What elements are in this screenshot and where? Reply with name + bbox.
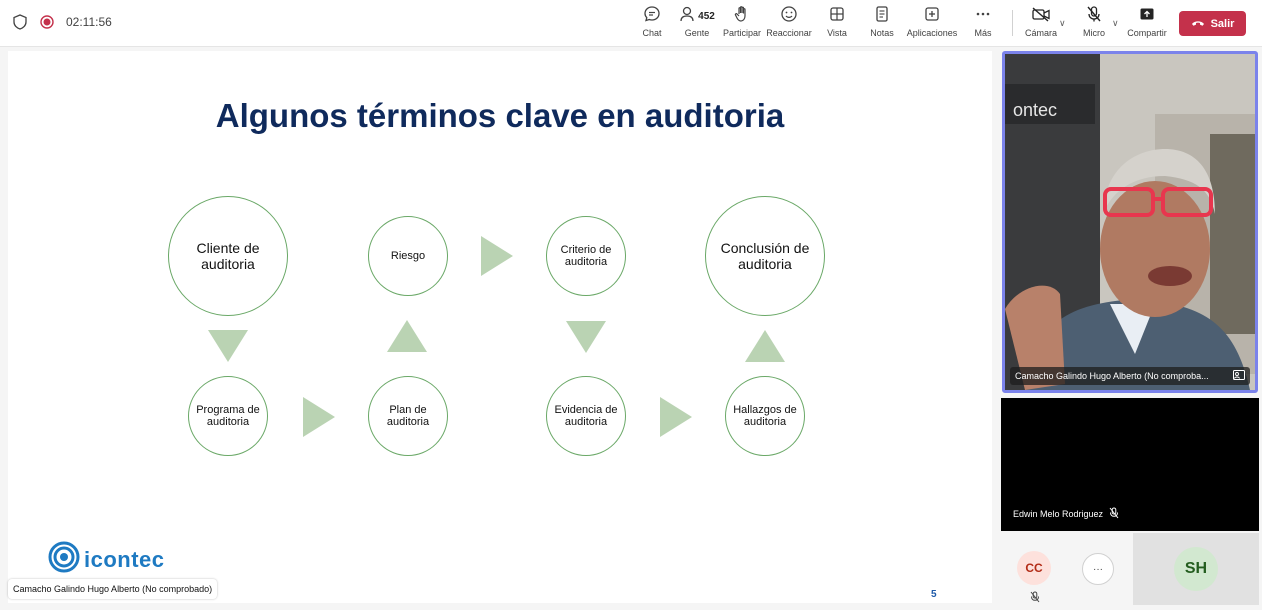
mic-off-icon: [1109, 507, 1119, 521]
apps-button[interactable]: Aplicaciones: [904, 6, 960, 42]
share-screen-icon: [1139, 7, 1155, 26]
node-evidencia: Evidencia de auditoria: [546, 376, 626, 456]
camera-off-icon: [1031, 6, 1051, 27]
shield-icon[interactable]: [12, 14, 28, 30]
participant-name: Edwin Melo Rodriguez: [1013, 509, 1104, 519]
raise-hand-label: Participar: [722, 28, 761, 38]
mic-off-icon: [1086, 5, 1102, 28]
notes-button[interactable]: Notas: [854, 5, 910, 42]
shared-slide: Algunos términos clave en auditoria Clie…: [8, 51, 992, 603]
avatar-sh: SH: [1174, 547, 1218, 591]
people-count: 452: [698, 10, 715, 22]
svg-text:ontec: ontec: [1013, 100, 1057, 120]
arrow-right-2: [303, 397, 335, 437]
node-criterio: Criterio de auditoria: [546, 216, 626, 296]
arrow-right-1: [481, 236, 513, 276]
pin-icon[interactable]: [1233, 370, 1245, 382]
mic-options-chevron-icon[interactable]: ∨: [1112, 18, 1119, 29]
slide-title: Algunos términos clave en auditoria: [215, 97, 785, 134]
slide-page-number: 5: [931, 589, 937, 600]
more-button[interactable]: Más: [955, 6, 1011, 42]
node-plan: Plan de auditoria: [368, 376, 448, 456]
participant-strip: CC ··· SH: [1001, 533, 1259, 605]
arrow-down-1: [208, 330, 248, 362]
more-icon: [975, 6, 991, 27]
participant-tile-edwin[interactable]: Edwin Melo Rodriguez: [1001, 398, 1259, 531]
camera-options-chevron-icon[interactable]: ∨: [1059, 18, 1066, 29]
node-cliente: Cliente de auditoria: [168, 196, 288, 316]
icontec-logo-icon: [48, 541, 80, 578]
apps-label: Aplicaciones: [906, 28, 958, 38]
hang-up-icon: [1191, 18, 1205, 30]
share-button[interactable]: Compartir: [1119, 6, 1175, 42]
more-label: Más: [974, 28, 992, 38]
hand-icon: [734, 5, 750, 28]
share-label: Compartir: [1127, 28, 1167, 38]
node-programa: Programa de auditoria: [188, 376, 268, 456]
meeting-timer: 02:11:56: [66, 15, 112, 29]
arrow-down-2: [566, 321, 606, 353]
people-label: Gente: [684, 28, 710, 38]
participant-name-bar: Edwin Melo Rodriguez: [1013, 507, 1119, 521]
react-label: Reaccionar: [766, 28, 812, 38]
notes-icon: [874, 5, 890, 28]
node-riesgo: Riesgo: [368, 216, 448, 296]
arrow-up-2: [745, 330, 785, 362]
avatar-cc[interactable]: CC: [1017, 551, 1051, 585]
add-app-icon: [924, 6, 940, 27]
icontec-logo-text: icontec: [84, 546, 165, 572]
mic-label: Micro: [1083, 28, 1105, 38]
participant-name: Camacho Galindo Hugo Alberto (No comprob…: [1015, 371, 1209, 381]
smiley-icon: [780, 5, 798, 28]
chat-label: Chat: [642, 28, 662, 38]
notes-label: Notas: [870, 28, 894, 38]
leave-label: Salir: [1210, 17, 1235, 30]
people-icon: [679, 5, 695, 28]
camera-label: Cámara: [1024, 28, 1057, 38]
chat-icon: [643, 5, 661, 28]
meeting-toolbar: 02:11:56 Chat 452 Gente Participar Reacc…: [0, 0, 1262, 47]
meeting-status: 02:11:56: [12, 14, 112, 30]
leave-button[interactable]: Salir: [1179, 11, 1246, 36]
node-conclusion: Conclusión de auditoria: [705, 196, 825, 316]
arrow-up-1: [387, 320, 427, 352]
view-label: Vista: [827, 28, 847, 38]
arrow-right-3: [660, 397, 692, 437]
more-participants-button[interactable]: ···: [1082, 553, 1114, 585]
icontec-logo: icontec: [48, 541, 165, 578]
grid-icon: [829, 6, 845, 27]
participant-video-tile[interactable]: ontec Camacho Galindo Hugo Alberto (No c…: [1002, 51, 1258, 393]
speaker-video: ontec: [1005, 54, 1255, 390]
mic-off-icon: [1030, 590, 1040, 608]
participant-name-bar: Camacho Galindo Hugo Alberto (No comprob…: [1010, 367, 1250, 385]
participant-tile-sh[interactable]: SH: [1133, 533, 1259, 605]
node-hallazgos: Hallazgos de auditoria: [725, 376, 805, 456]
presenter-name-tag: Camacho Galindo Hugo Alberto (No comprob…: [8, 579, 218, 599]
recording-icon: [40, 15, 54, 29]
